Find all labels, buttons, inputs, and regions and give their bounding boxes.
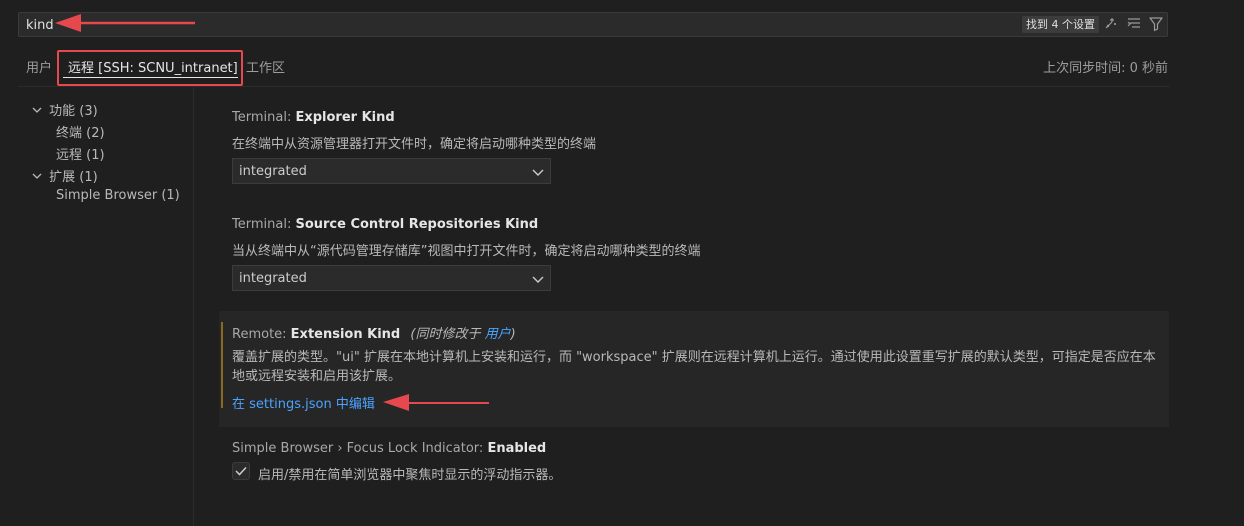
annotation-highlight-box	[57, 50, 243, 86]
toc-item-terminal[interactable]: 终端 (2)	[56, 122, 105, 141]
setting-description: 在终端中从资源管理器打开文件时，确定将启动哪种类型的终端	[232, 137, 597, 152]
modified-in-user-link[interactable]: 用户	[485, 327, 511, 342]
tab-workspace[interactable]: 工作区	[246, 57, 285, 76]
filter-list-icon[interactable]	[1126, 16, 1144, 34]
setting-description: 覆盖扩展的类型。"ui" 扩展在本地计算机上安装和运行，而 "workspace…	[232, 350, 1156, 365]
setting-title-explorer-kind: Terminal: Explorer Kind	[232, 110, 395, 125]
explorer-kind-select[interactable]: integrated	[232, 158, 551, 184]
chevron-down-icon	[32, 173, 42, 179]
chevron-down-icon	[32, 107, 42, 113]
header-divider	[18, 86, 1170, 87]
filter-icon[interactable]	[1148, 16, 1166, 34]
chevron-down-icon	[532, 169, 544, 176]
setting-description-line2: 地或远程安装和启用该扩展。	[232, 369, 402, 384]
toc-item-features[interactable]: 功能 (3)	[32, 100, 98, 119]
setting-title-focus-lock-indicator: Simple Browser › Focus Lock Indicator: E…	[232, 441, 547, 456]
check-icon	[235, 466, 247, 476]
setting-description: 当从终端中从“源代码管理存储库”视图中打开文件时，确定将启动哪种类型的终端	[232, 244, 701, 259]
search-results-badge: 找到 4 个设置	[1022, 16, 1099, 33]
setting-title-extension-kind: Remote: Extension Kind (同时修改于 用户)	[232, 327, 516, 342]
scm-kind-select[interactable]: integrated	[232, 265, 551, 291]
focus-lock-checkbox[interactable]	[232, 462, 250, 480]
toc-divider	[193, 87, 194, 526]
modified-indicator-bar	[221, 322, 223, 408]
search-input[interactable]	[26, 16, 926, 34]
toc-item-simple-browser[interactable]: Simple Browser (1)	[56, 188, 180, 203]
setting-description: 启用/禁用在简单浏览器中聚焦时显示的浮动指示器。	[258, 468, 562, 483]
sync-time-label: 上次同步时间: 0 秒前	[1043, 61, 1168, 76]
tab-user[interactable]: 用户	[26, 57, 52, 76]
toc-item-extensions[interactable]: 扩展 (1)	[32, 166, 98, 185]
edit-in-settings-json-link[interactable]: 在 settings.json 中编辑	[232, 393, 375, 412]
toc-item-remote[interactable]: 远程 (1)	[56, 144, 105, 163]
clear-filter-icon[interactable]	[1103, 16, 1121, 34]
settings-search-box[interactable]: 找到 4 个设置	[18, 12, 1168, 37]
setting-title-scm-kind: Terminal: Source Control Repositories Ki…	[232, 217, 539, 232]
chevron-down-icon	[532, 276, 544, 283]
